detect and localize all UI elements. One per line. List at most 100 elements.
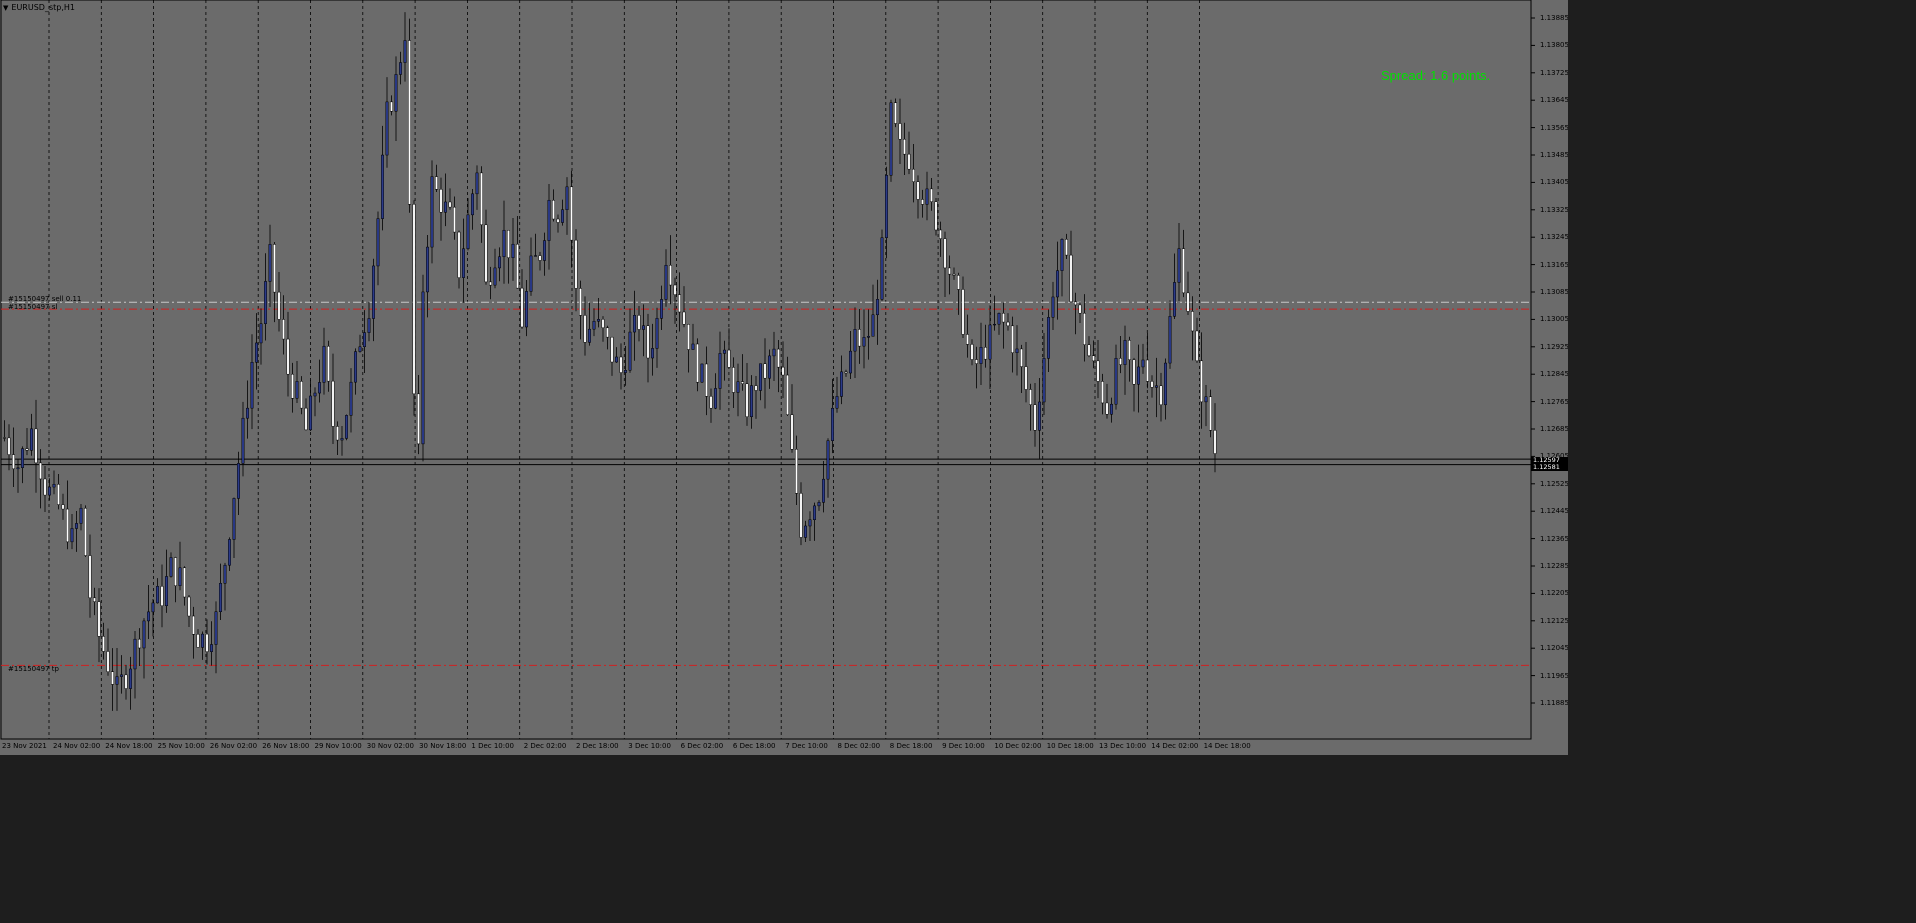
price-axis-label: 1.12365 — [1540, 534, 1568, 543]
bearish-candle — [1101, 381, 1104, 404]
bullish-candle — [79, 507, 83, 524]
bearish-candle — [916, 181, 920, 200]
bullish-candle — [241, 417, 245, 464]
time-axis-label: 30 Nov 18:00 — [419, 742, 467, 750]
bearish-candle — [277, 291, 281, 320]
bearish-candle — [727, 349, 731, 368]
time-axis-label: 2 Dec 02:00 — [523, 742, 567, 750]
bearish-candle — [975, 359, 978, 364]
bearish-candle — [12, 454, 15, 470]
bearish-candle — [520, 287, 524, 328]
time-axis-label: 9 Dec 10:00 — [942, 742, 985, 750]
price-axis-label: 1.11965 — [1540, 671, 1568, 680]
price-axis-label: 1.13085 — [1540, 288, 1568, 296]
bullish-candle — [849, 350, 852, 374]
order-sl-label: #15150497 sl — [8, 303, 58, 311]
bullish-candle — [322, 345, 326, 383]
bullish-candle — [228, 539, 231, 566]
bearish-candle — [1150, 381, 1154, 388]
price-axis-label: 1.13645 — [1540, 96, 1568, 105]
bullish-candle — [525, 291, 528, 328]
bearish-candle — [417, 393, 420, 445]
price-axis-label: 1.12285 — [1540, 562, 1568, 570]
bearish-candle — [858, 329, 861, 347]
bullish-candle — [345, 415, 348, 439]
bearish-candle — [984, 346, 987, 360]
bearish-candle — [538, 255, 542, 261]
bearish-candle — [1146, 359, 1149, 382]
bullish-candle — [597, 319, 600, 322]
bullish-candle — [268, 244, 272, 282]
price-axis-label: 1.12765 — [1540, 397, 1568, 406]
price-axis-label: 1.13245 — [1540, 233, 1568, 242]
bullish-candle — [723, 349, 726, 354]
price-chart[interactable] — [0, 0, 1568, 755]
bullish-candle — [1038, 401, 1041, 431]
time-axis-label: 29 Nov 10:00 — [314, 742, 362, 750]
bearish-candle — [174, 557, 177, 586]
bearish-candle — [273, 244, 276, 293]
bearish-candle — [34, 428, 38, 464]
bearish-candle — [1200, 360, 1203, 403]
bearish-candle — [786, 374, 789, 415]
bullish-candle — [1137, 366, 1140, 385]
bullish-candle — [889, 102, 893, 176]
bearish-candle — [795, 449, 798, 494]
bearish-candle — [939, 229, 942, 239]
bearish-candle — [111, 671, 114, 685]
bullish-candle — [498, 256, 501, 269]
bearish-candle — [912, 168, 915, 182]
bearish-candle — [1209, 396, 1212, 431]
bullish-candle — [48, 486, 51, 496]
chart-title: ▼ EURUSD_stp,H1 — [3, 3, 75, 12]
bearish-candle — [790, 414, 794, 450]
bearish-candle — [610, 336, 614, 363]
bearish-candle — [1096, 360, 1100, 382]
price-axis-label: 1.13005 — [1540, 315, 1568, 324]
bullish-candle — [817, 502, 821, 507]
bullish-candle — [349, 381, 353, 416]
bearish-candle — [1182, 248, 1185, 294]
bullish-candle — [876, 299, 879, 316]
bullish-candle — [1141, 359, 1145, 368]
bullish-candle — [714, 388, 717, 409]
bullish-candle — [1015, 348, 1019, 354]
price-axis-label: 1.13485 — [1540, 151, 1568, 159]
bearish-candle — [1191, 311, 1194, 332]
bearish-candle — [570, 186, 573, 241]
triangle-down-icon[interactable]: ▼ — [3, 4, 8, 12]
bearish-candle — [408, 40, 411, 205]
bearish-candle — [327, 345, 330, 382]
bullish-candle — [1051, 296, 1055, 318]
bid-price-tag: 1.12581 — [1531, 464, 1568, 471]
bearish-candle — [732, 367, 735, 393]
bearish-candle — [1029, 389, 1032, 405]
bullish-candle — [178, 567, 182, 586]
price-axis-label: 1.13165 — [1540, 260, 1568, 269]
order-tp-label: #15150497 tp — [8, 665, 59, 673]
time-axis-label: 13 Dec 10:00 — [1099, 742, 1147, 750]
bearish-candle — [957, 275, 960, 290]
bearish-candle — [1213, 430, 1217, 454]
price-axis-label: 1.12525 — [1540, 479, 1568, 488]
time-axis-label: 10 Dec 02:00 — [994, 742, 1042, 750]
bearish-candle — [88, 555, 92, 599]
bearish-candle — [601, 319, 605, 329]
bullish-candle — [1168, 316, 1172, 364]
bullish-candle — [1042, 358, 1046, 403]
bearish-candle — [966, 334, 969, 345]
chart-window[interactable]: ▼ EURUSD_stp,H1 Spread: 1.6 points. #151… — [0, 0, 1568, 755]
bullish-candle — [21, 448, 24, 468]
bullish-candle — [1047, 317, 1050, 359]
bullish-candle — [30, 428, 33, 451]
bullish-candle — [255, 342, 258, 363]
bearish-candle — [39, 462, 42, 480]
bullish-candle — [376, 218, 380, 267]
bullish-candle — [871, 314, 875, 337]
bullish-candle — [1056, 270, 1059, 298]
bearish-candle — [1132, 359, 1136, 385]
bullish-candle — [403, 40, 407, 63]
bearish-candle — [1092, 355, 1095, 362]
bearish-candle — [1033, 404, 1037, 431]
time-axis-label: 26 Nov 02:00 — [209, 742, 258, 750]
